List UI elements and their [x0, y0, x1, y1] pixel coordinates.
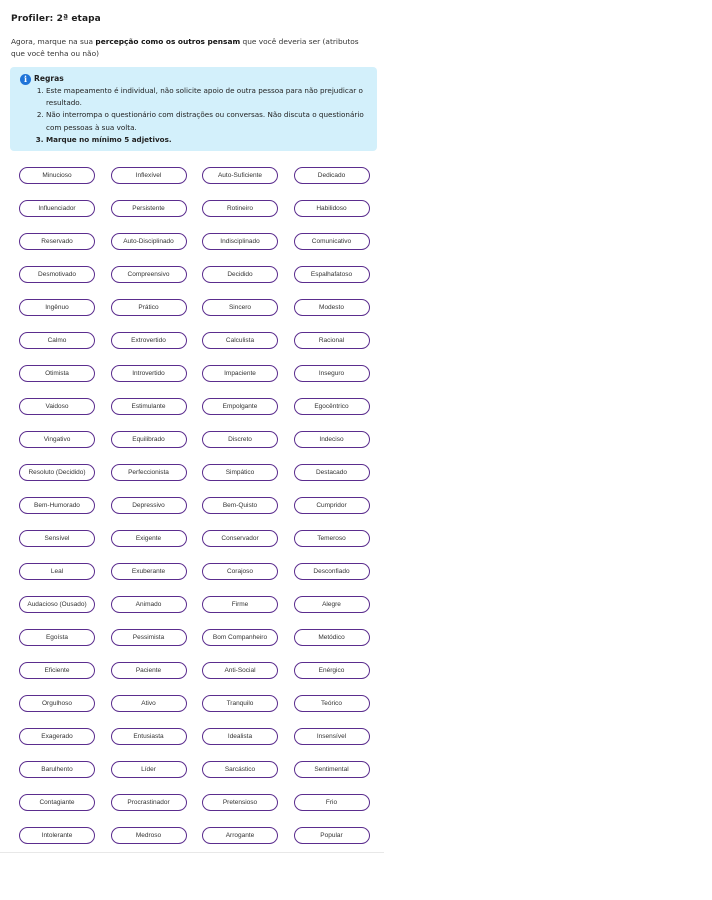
adjective-option-button[interactable]: Pretensioso — [202, 794, 278, 811]
adjective-option-button[interactable]: Exigente — [110, 530, 187, 547]
adjective-option-button[interactable]: Calmo — [19, 332, 95, 349]
adjective-option-button[interactable]: Eficiente — [19, 662, 95, 679]
rule-item: Este mapeamento é individual, não solici… — [46, 85, 381, 109]
adjective-option-button[interactable]: Popular — [293, 827, 370, 844]
page-title: Profiler: 2ª etapa — [11, 14, 101, 24]
adjective-option-button[interactable]: Medroso — [110, 827, 187, 844]
adjective-option-button[interactable]: Indeciso — [293, 431, 370, 448]
adjective-option-button[interactable]: Auto-Disciplinado — [110, 233, 187, 250]
adjective-option-button[interactable]: Extrovertido — [110, 332, 187, 349]
adjective-option-button[interactable]: Otimista — [19, 365, 95, 382]
adjective-option-button[interactable]: Tranquilo — [202, 695, 278, 712]
adjective-option-button[interactable]: Procrastinador — [110, 794, 187, 811]
adjective-option-button[interactable]: Influenciador — [19, 200, 95, 217]
adjective-option-button[interactable]: Cumpridor — [293, 497, 370, 514]
adjective-option-button[interactable]: Teórico — [293, 695, 370, 712]
adjective-option-button[interactable]: Indisciplinado — [202, 233, 278, 250]
adjective-option-button[interactable]: Bom Companheiro — [202, 629, 278, 646]
adjective-option-button[interactable]: Auto-Suficiente — [202, 167, 278, 184]
adjective-option-button[interactable]: Discreto — [202, 431, 278, 448]
rule-item: Não interrompa o questionário com distra… — [46, 109, 381, 133]
adjective-option-button[interactable]: Racional — [293, 332, 370, 349]
adjective-option-button[interactable]: Ingênuo — [19, 299, 95, 316]
intro-text: Agora, marque na sua percepção como os o… — [11, 36, 371, 60]
adjective-option-button[interactable]: Idealista — [202, 728, 278, 745]
adjective-option-button[interactable]: Animado — [110, 596, 187, 613]
adjective-option-button[interactable]: Prático — [110, 299, 187, 316]
adjective-option-button[interactable]: Decidido — [202, 266, 278, 283]
adjective-option-button[interactable]: Impaciente — [202, 365, 278, 382]
adjective-option-button[interactable]: Destacado — [293, 464, 370, 481]
adjective-option-button[interactable]: Inseguro — [293, 365, 370, 382]
adjective-option-button[interactable]: Alegre — [293, 596, 370, 613]
adjective-option-button[interactable]: Sentimental — [293, 761, 370, 778]
intro-text-bold: percepção como os outros pensam — [95, 37, 241, 46]
adjective-option-button[interactable]: Enérgico — [293, 662, 370, 679]
info-icon: i — [20, 74, 31, 85]
profiler-panel: Profiler: 2ª etapa Agora, marque na sua … — [0, 0, 384, 853]
adjective-option-button[interactable]: Depressivo — [110, 497, 187, 514]
adjective-option-button[interactable]: Frio — [293, 794, 370, 811]
adjective-option-button[interactable]: Insensível — [293, 728, 370, 745]
adjective-option-button[interactable]: Comunicativo — [293, 233, 370, 250]
adjective-option-button[interactable]: Desmotivado — [19, 266, 95, 283]
adjective-option-button[interactable]: Paciente — [110, 662, 187, 679]
adjective-option-button[interactable]: Egoísta — [19, 629, 95, 646]
adjective-option-button[interactable]: Egocêntrico — [293, 398, 370, 415]
adjective-option-button[interactable]: Anti-Social — [202, 662, 278, 679]
adjective-option-button[interactable]: Resoluto (Decidido) — [19, 464, 95, 481]
adjective-option-button[interactable]: Sincero — [202, 299, 278, 316]
adjective-option-button[interactable]: Compreensivo — [110, 266, 187, 283]
adjective-option-button[interactable]: Orgulhoso — [19, 695, 95, 712]
adjective-option-button[interactable]: Reservado — [19, 233, 95, 250]
adjective-option-button[interactable]: Pessimista — [110, 629, 187, 646]
adjective-option-button[interactable]: Estimulante — [110, 398, 187, 415]
adjective-option-button[interactable]: Equilibrado — [110, 431, 187, 448]
adjective-option-button[interactable]: Empolgante — [202, 398, 278, 415]
adjective-option-button[interactable]: Exuberante — [110, 563, 187, 580]
adjective-option-button[interactable]: Rotineiro — [202, 200, 278, 217]
adjective-option-button[interactable]: Sensível — [19, 530, 95, 547]
adjective-option-button[interactable]: Persistente — [110, 200, 187, 217]
adjective-option-button[interactable]: Introvertido — [110, 365, 187, 382]
adjective-option-button[interactable]: Simpático — [202, 464, 278, 481]
adjective-option-button[interactable]: Bem-Quisto — [202, 497, 278, 514]
adjective-option-button[interactable]: Inflexível — [110, 167, 187, 184]
adjective-option-button[interactable]: Conservador — [202, 530, 278, 547]
adjective-option-button[interactable]: Perfeccionista — [110, 464, 187, 481]
adjective-option-button[interactable]: Minucioso — [19, 167, 95, 184]
adjective-option-button[interactable]: Entusiasta — [110, 728, 187, 745]
adjective-option-button[interactable]: Barulhento — [19, 761, 95, 778]
adjective-option-button[interactable]: Temeroso — [293, 530, 370, 547]
intro-text-start: Agora, marque na sua — [11, 37, 96, 46]
rule-item: Marque no mínimo 5 adjetivos. — [46, 134, 381, 146]
adjective-option-button[interactable]: Arrogante — [202, 827, 278, 844]
adjective-option-button[interactable]: Intolerante — [19, 827, 95, 844]
adjective-option-button[interactable]: Metódico — [293, 629, 370, 646]
adjective-option-button[interactable]: Espalhafatoso — [293, 266, 370, 283]
adjective-option-button[interactable]: Desconfiado — [293, 563, 370, 580]
rules-list: Este mapeamento é individual, não solici… — [35, 85, 381, 146]
rules-title: Regras — [34, 74, 64, 83]
adjective-option-button[interactable]: Vingativo — [19, 431, 95, 448]
adjective-option-button[interactable]: Leal — [19, 563, 95, 580]
adjective-option-button[interactable]: Exagerado — [19, 728, 95, 745]
adjective-option-button[interactable]: Bem-Humorado — [19, 497, 95, 514]
adjective-option-button[interactable]: Dedicado — [293, 167, 370, 184]
adjective-option-button[interactable]: Calculista — [202, 332, 278, 349]
adjective-option-button[interactable]: Contagiante — [19, 794, 95, 811]
adjective-option-button[interactable]: Audacioso (Ousado) — [19, 596, 95, 613]
adjective-option-button[interactable]: Ativo — [110, 695, 187, 712]
adjective-option-button[interactable]: Sarcástico — [202, 761, 278, 778]
adjective-grid: Minucioso Inflexível Auto-Suficiente Dedica… — [19, 167, 370, 844]
adjective-option-button[interactable]: Modesto — [293, 299, 370, 316]
adjective-option-button[interactable]: Habilidoso — [293, 200, 370, 217]
adjective-option-button[interactable]: Corajoso — [202, 563, 278, 580]
adjective-option-button[interactable]: Vaidoso — [19, 398, 95, 415]
rules-box: i Regras Este mapeamento é individual, n… — [10, 67, 377, 151]
adjective-option-button[interactable]: Líder — [110, 761, 187, 778]
adjective-option-button[interactable]: Firme — [202, 596, 278, 613]
